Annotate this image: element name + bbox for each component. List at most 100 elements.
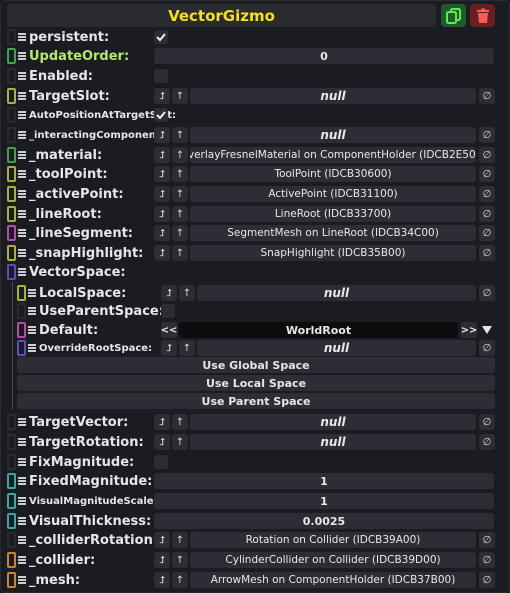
menu-icon[interactable] [18,517,26,525]
visual-magnitude-scale-field[interactable]: 1 [154,493,494,509]
up-button[interactable]: ↑ [172,186,188,202]
reset-null-button[interactable]: ∅ [479,340,495,356]
drag-handle[interactable] [17,322,26,338]
drag-handle[interactable] [7,493,16,509]
collider-field[interactable]: CylinderCollider on Collider (IDCB39D00) [190,552,476,568]
up-button[interactable]: ↑ [172,88,188,104]
pick-button[interactable]: ⮥ [154,414,170,430]
reset-null-button[interactable]: ∅ [479,225,495,241]
reset-null-button[interactable]: ∅ [479,88,495,104]
menu-icon[interactable] [18,151,26,159]
menu-icon[interactable] [18,72,26,80]
material-field[interactable]: OverlayFresnelMaterial on ComponentHolde… [190,147,476,163]
use-local-space-button[interactable]: Use Local Space [17,375,495,391]
snap-highlight-field[interactable]: SnapHighlight (IDCB35B00) [190,245,476,261]
reset-null-button[interactable]: ∅ [479,434,495,450]
drag-handle[interactable] [7,434,16,450]
up-button[interactable]: ↑ [172,166,188,182]
menu-icon[interactable] [18,111,26,119]
drag-handle[interactable] [7,107,16,123]
pick-button[interactable]: ⮥ [154,225,170,241]
drag-handle[interactable] [7,48,16,64]
menu-icon[interactable] [28,289,36,297]
up-button[interactable]: ↑ [172,206,188,222]
fixed-magnitude-field[interactable]: 1 [154,473,494,489]
reset-null-button[interactable]: ∅ [479,166,495,182]
menu-icon[interactable] [28,326,36,334]
pick-button[interactable]: ⮥ [154,552,170,568]
drag-handle[interactable] [7,414,16,430]
menu-icon[interactable] [18,536,26,544]
up-button[interactable]: ↑ [172,147,188,163]
dropdown-button[interactable] [479,322,495,338]
menu-icon[interactable] [18,497,26,505]
duplicate-button[interactable] [441,4,466,27]
drag-handle[interactable] [17,303,26,319]
pick-button[interactable]: ⮥ [154,186,170,202]
menu-icon[interactable] [18,210,26,218]
menu-icon[interactable] [18,249,26,257]
update-order-field[interactable]: 0 [154,48,494,64]
target-rotation-field[interactable]: null [190,434,476,450]
pick-button[interactable]: ⮥ [161,340,177,356]
target-vector-field[interactable]: null [190,414,476,430]
reset-null-button[interactable]: ∅ [479,147,495,163]
up-button[interactable]: ↑ [179,285,195,301]
previous-value-button[interactable]: << [161,322,177,338]
drag-handle[interactable] [7,147,16,163]
menu-icon[interactable] [18,556,26,564]
delete-button[interactable] [470,4,495,27]
up-button[interactable]: ↑ [172,434,188,450]
line-root-field[interactable]: LineRoot (IDCB33700) [190,206,476,222]
drag-handle[interactable] [7,552,16,568]
up-button[interactable]: ↑ [172,127,188,143]
interacting-component-field[interactable]: null [190,127,476,143]
menu-icon[interactable] [18,418,26,426]
pick-button[interactable]: ⮥ [154,245,170,261]
local-space-field[interactable]: null [197,285,476,301]
drag-handle[interactable] [7,166,16,182]
drag-handle[interactable] [7,29,16,45]
menu-icon[interactable] [18,131,26,139]
drag-handle[interactable] [17,285,26,301]
collider-rotation-field[interactable]: Rotation on Collider (IDCB39A00) [190,532,476,548]
menu-icon[interactable] [18,170,26,178]
reset-null-button[interactable]: ∅ [479,285,495,301]
drag-handle[interactable] [7,206,16,222]
reset-null-button[interactable]: ∅ [479,186,495,202]
menu-icon[interactable] [18,33,26,41]
target-slot-field[interactable]: null [190,88,476,104]
drag-handle[interactable] [7,225,16,241]
menu-icon[interactable] [18,52,26,60]
reset-null-button[interactable]: ∅ [479,414,495,430]
drag-handle[interactable] [7,572,16,588]
drag-handle[interactable] [7,532,16,548]
reset-null-button[interactable]: ∅ [479,206,495,222]
menu-icon[interactable] [18,438,26,446]
drag-handle[interactable] [7,454,16,470]
menu-icon[interactable] [18,477,26,485]
active-point-field[interactable]: ActivePoint (IDCB31100) [190,186,476,202]
reset-null-button[interactable]: ∅ [479,552,495,568]
pick-button[interactable]: ⮥ [154,166,170,182]
tool-point-field[interactable]: ToolPoint (IDCB30600) [190,166,476,182]
drag-handle[interactable] [7,473,16,489]
pick-button[interactable]: ⮥ [154,434,170,450]
drag-handle[interactable] [7,245,16,261]
reset-null-button[interactable]: ∅ [479,245,495,261]
menu-icon[interactable] [18,576,26,584]
menu-icon[interactable] [18,458,26,466]
use-parent-space-button[interactable]: Use Parent Space [17,393,495,409]
next-value-button[interactable]: >> [461,322,477,338]
fix-magnitude-checkbox[interactable] [154,455,168,469]
menu-icon[interactable] [18,229,26,237]
auto-position-checkbox[interactable] [154,108,168,122]
reset-null-button[interactable]: ∅ [479,532,495,548]
component-title[interactable]: VectorGizmo [7,4,436,27]
up-button[interactable]: ↑ [172,572,188,588]
drag-handle[interactable] [7,264,16,280]
drag-handle[interactable] [17,340,26,356]
reset-null-button[interactable]: ∅ [479,572,495,588]
pick-button[interactable]: ⮥ [154,572,170,588]
up-button[interactable]: ↑ [179,340,195,356]
